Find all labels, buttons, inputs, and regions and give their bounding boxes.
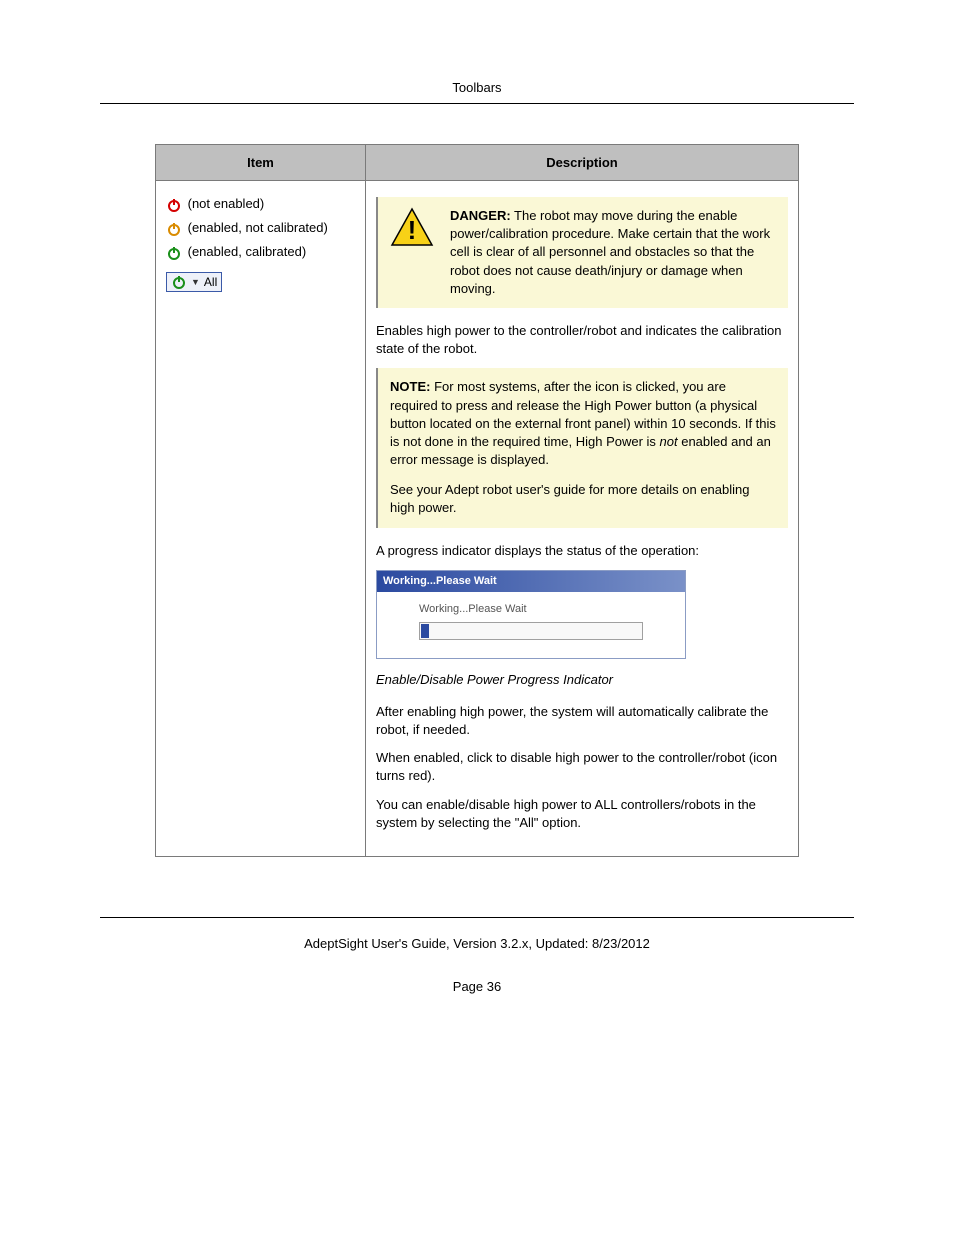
note-em: not (660, 434, 678, 449)
danger-callout: ! DANGER: The robot may move during the … (376, 197, 788, 308)
item-cell: (not enabled) (enabled, not calibrated) … (156, 181, 366, 857)
danger-label: DANGER: (450, 208, 511, 223)
header-rule (100, 103, 854, 104)
progress-dialog: Working...Please Wait Working...Please W… (376, 570, 686, 659)
power-icon-not-enabled (166, 197, 182, 213)
page-number: Page 36 (100, 979, 854, 994)
progress-dialog-title: Working...Please Wait (377, 571, 685, 592)
progress-dialog-body-text: Working...Please Wait (419, 602, 643, 617)
toolbar-table: Item Description (not enabled) (155, 144, 799, 857)
warning-icon: ! (390, 207, 450, 298)
note-label: NOTE: (390, 379, 430, 394)
progress-caption: Enable/Disable Power Progress Indicator (376, 671, 788, 689)
svg-text:!: ! (408, 215, 417, 245)
state-label: (not enabled) (188, 196, 265, 211)
page-header-title: Toolbars (100, 80, 854, 95)
desc-cell: ! DANGER: The robot may move during the … (366, 181, 799, 857)
progress-bar (419, 622, 643, 640)
power-icon-all (171, 274, 187, 290)
when-enabled-text: When enabled, click to disable high powe… (376, 749, 788, 785)
chevron-down-icon: ▼ (191, 276, 200, 289)
power-icon-enabled-cal (166, 245, 182, 261)
after-enable-text: After enabling high power, the system wi… (376, 703, 788, 739)
state-label: (enabled, not calibrated) (188, 220, 328, 235)
note-callout: NOTE: For most systems, after the icon i… (376, 368, 788, 527)
table-row: (not enabled) (enabled, not calibrated) … (156, 181, 799, 857)
col-header-desc: Description (366, 145, 799, 181)
power-all-dropdown[interactable]: ▼ All (166, 272, 222, 293)
power-icon-enabled-notcal (166, 221, 182, 237)
all-label: All (204, 274, 217, 291)
progress-intro: A progress indicator displays the status… (376, 542, 788, 560)
progress-bar-fill (421, 624, 429, 638)
footer-guide: AdeptSight User's Guide, Version 3.2.x, … (100, 936, 854, 951)
footer-rule (100, 917, 854, 918)
enables-text: Enables high power to the controller/rob… (376, 322, 788, 358)
all-option-text: You can enable/disable high power to ALL… (376, 796, 788, 832)
col-header-item: Item (156, 145, 366, 181)
state-label: (enabled, calibrated) (188, 244, 307, 259)
note-see: See your Adept robot user's guide for mo… (390, 481, 776, 517)
